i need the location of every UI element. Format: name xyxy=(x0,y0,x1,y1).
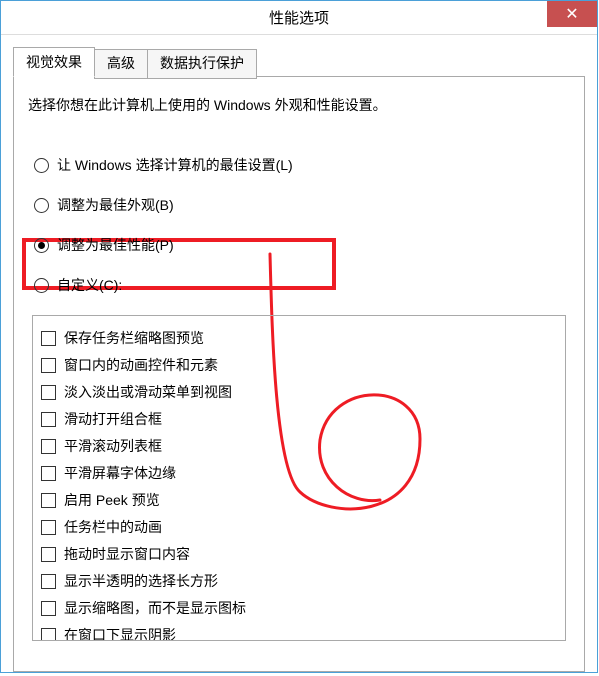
tab-strip: 视觉效果 高级 数据执行保护 xyxy=(13,47,585,77)
check-row-slide-combo[interactable]: 滑动打开组合框 xyxy=(41,408,557,430)
checkbox[interactable] xyxy=(41,331,56,346)
check-row-smooth-font[interactable]: 平滑屏幕字体边缘 xyxy=(41,462,557,484)
client-area: 视觉效果 高级 数据执行保护 选择你想在此计算机上使用的 Windows 外观和… xyxy=(1,35,597,672)
radio-label: 调整为最佳性能(P) xyxy=(57,235,174,255)
radio-row-best-performance[interactable]: 调整为最佳性能(P) xyxy=(34,235,572,255)
check-label: 平滑屏幕字体边缘 xyxy=(64,463,176,483)
check-row-show-thumbnails[interactable]: 显示缩略图，而不是显示图标 xyxy=(41,597,557,619)
tab-dep[interactable]: 数据执行保护 xyxy=(147,49,257,79)
check-label: 显示半透明的选择长方形 xyxy=(64,571,218,591)
check-row-drag-content[interactable]: 拖动时显示窗口内容 xyxy=(41,543,557,565)
radio-label: 自定义(C): xyxy=(57,275,122,295)
check-row-smooth-scroll[interactable]: 平滑滚动列表框 xyxy=(41,435,557,457)
radio-best-performance[interactable] xyxy=(34,238,49,253)
radio-label: 让 Windows 选择计算机的最佳设置(L) xyxy=(57,155,293,175)
check-row-fade-menus[interactable]: 淡入淡出或滑动菜单到视图 xyxy=(41,381,557,403)
check-row-translucent-select[interactable]: 显示半透明的选择长方形 xyxy=(41,570,557,592)
check-row-enable-peek[interactable]: 启用 Peek 预览 xyxy=(41,489,557,511)
checkbox[interactable] xyxy=(41,547,56,562)
tab-label: 数据执行保护 xyxy=(160,55,244,71)
close-button[interactable]: ✕ xyxy=(547,1,597,27)
tab-label: 高级 xyxy=(107,55,135,71)
checkbox[interactable] xyxy=(41,412,56,427)
radio-label: 调整为最佳外观(B) xyxy=(57,195,174,215)
tab-label: 视觉效果 xyxy=(26,54,82,70)
check-row-window-shadow[interactable]: 在窗口下显示阴影 xyxy=(41,624,557,641)
tabpanel-visual-effects: 选择你想在此计算机上使用的 Windows 外观和性能设置。 让 Windows… xyxy=(13,76,585,672)
check-row-taskbar-anim[interactable]: 任务栏中的动画 xyxy=(41,516,557,538)
check-label: 滑动打开组合框 xyxy=(64,409,162,429)
radio-custom[interactable] xyxy=(34,278,49,293)
radio-row-best-appearance[interactable]: 调整为最佳外观(B) xyxy=(34,195,572,215)
checkbox[interactable] xyxy=(41,628,56,642)
check-label: 保存任务栏缩略图预览 xyxy=(64,328,204,348)
checkbox[interactable] xyxy=(41,358,56,373)
check-row-save-thumbnails[interactable]: 保存任务栏缩略图预览 xyxy=(41,327,557,349)
check-row-animate-controls[interactable]: 窗口内的动画控件和元素 xyxy=(41,354,557,376)
checkbox[interactable] xyxy=(41,520,56,535)
check-label: 拖动时显示窗口内容 xyxy=(64,544,190,564)
close-icon: ✕ xyxy=(565,4,578,24)
checkbox[interactable] xyxy=(41,574,56,589)
radio-let-windows[interactable] xyxy=(34,158,49,173)
check-label: 在窗口下显示阴影 xyxy=(64,625,176,641)
check-label: 淡入淡出或滑动菜单到视图 xyxy=(64,382,232,402)
radio-row-custom[interactable]: 自定义(C): xyxy=(34,275,572,295)
appearance-radio-group: 让 Windows 选择计算机的最佳设置(L) 调整为最佳外观(B) 调整为最佳… xyxy=(34,155,572,295)
check-label: 平滑滚动列表框 xyxy=(64,436,162,456)
effects-listbox[interactable]: 保存任务栏缩略图预览 窗口内的动画控件和元素 淡入淡出或滑动菜单到视图 滑动打开… xyxy=(32,315,566,641)
window-title: 性能选项 xyxy=(269,7,329,28)
panel-description: 选择你想在此计算机上使用的 Windows 外观和性能设置。 xyxy=(28,95,572,115)
checkbox[interactable] xyxy=(41,466,56,481)
check-label: 任务栏中的动画 xyxy=(64,517,162,537)
checkbox[interactable] xyxy=(41,439,56,454)
tab-advanced[interactable]: 高级 xyxy=(94,49,148,79)
titlebar: 性能选项 ✕ xyxy=(1,1,597,35)
checkbox[interactable] xyxy=(41,493,56,508)
checkbox[interactable] xyxy=(41,385,56,400)
radio-row-let-windows[interactable]: 让 Windows 选择计算机的最佳设置(L) xyxy=(34,155,572,175)
tab-visual-effects[interactable]: 视觉效果 xyxy=(13,47,95,77)
checkbox[interactable] xyxy=(41,601,56,616)
check-label: 启用 Peek 预览 xyxy=(64,490,160,510)
check-label: 窗口内的动画控件和元素 xyxy=(64,355,218,375)
radio-best-appearance[interactable] xyxy=(34,198,49,213)
check-label: 显示缩略图，而不是显示图标 xyxy=(64,598,246,618)
performance-options-window: 性能选项 ✕ 视觉效果 高级 数据执行保护 选择你想在此计算机上使用的 Wind… xyxy=(0,0,598,673)
